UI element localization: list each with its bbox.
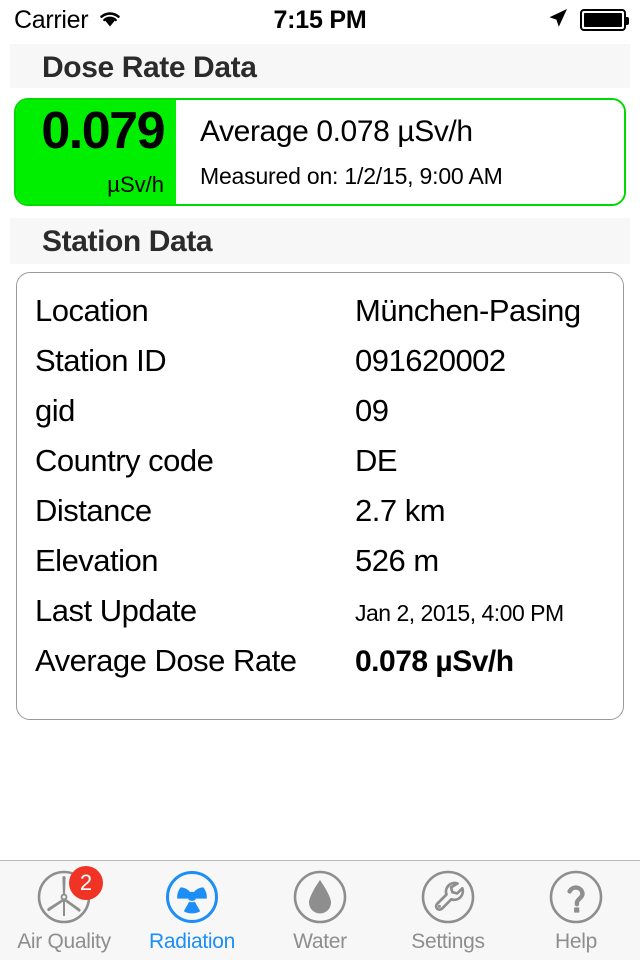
station-data-row: Elevation 526 m <box>17 543 623 593</box>
row-label: gid <box>35 393 75 428</box>
current-dose-unit: µSv/h <box>107 172 164 197</box>
row-label: Last Update <box>35 593 197 628</box>
measured-on-text: Measured on: 1/2/15, 9:00 AM <box>200 162 503 189</box>
tab-label: Air Quality <box>17 929 111 953</box>
row-value: 091620002 <box>355 343 506 378</box>
station-data-row: Distance 2.7 km <box>17 493 623 543</box>
tab-label: Help <box>555 929 597 953</box>
row-value: München-Pasing <box>355 293 581 328</box>
station-data-section-header: Station Data <box>10 218 630 264</box>
row-label: Country code <box>35 443 214 478</box>
wrench-icon <box>419 868 477 926</box>
row-label: Average Dose Rate <box>35 643 297 678</box>
battery-full-icon <box>580 9 629 31</box>
tab-label: Water <box>293 929 347 953</box>
tab-item-water[interactable]: Water <box>256 861 384 960</box>
wind-turbine-icon: 2 <box>35 865 103 926</box>
station-data-row: Station ID 091620002 <box>17 343 623 393</box>
row-value: 2.7 km <box>355 493 446 528</box>
station-data-row: gid 09 <box>17 393 623 443</box>
status-bar: Carrier 7:15 PM <box>0 0 640 40</box>
station-data-row: Country code DE <box>17 443 623 493</box>
radiation-trefoil-icon <box>163 868 221 926</box>
status-bar-left: Carrier <box>14 6 123 35</box>
dose-rate-info: Average 0.078 µSv/h Measured on: 1/2/15,… <box>176 100 624 204</box>
row-label: Location <box>35 293 149 328</box>
station-data-row: Last Update Jan 2, 2015, 4:00 PM <box>17 593 623 643</box>
row-label: Elevation <box>35 543 159 578</box>
tab-item-air-quality[interactable]: 2 Air Quality <box>0 861 128 960</box>
water-drop-icon <box>291 868 349 926</box>
location-arrow-icon <box>546 6 570 35</box>
tab-item-help[interactable]: Help <box>512 861 640 960</box>
row-value: DE <box>355 443 398 478</box>
carrier-label: Carrier <box>14 5 89 34</box>
station-data-row: Location München-Pasing <box>17 293 623 343</box>
tab-bar: 2 Air Quality Radiation Water Settings He… <box>0 860 640 960</box>
row-label: Station ID <box>35 343 167 378</box>
row-value: Jan 2, 2015, 4:00 PM <box>355 600 564 626</box>
dose-rate-card[interactable]: 0.079 µSv/h Average 0.078 µSv/h Measured… <box>14 98 626 206</box>
station-data-card: Location München-Pasing Station ID 09162000… <box>16 272 624 720</box>
current-dose-value: 0.079 <box>41 102 165 160</box>
average-dose-text: Average 0.078 µSv/h <box>200 114 473 148</box>
question-mark-icon <box>547 868 605 926</box>
tab-item-radiation[interactable]: Radiation <box>128 861 256 960</box>
row-value: 0.078 µSv/h <box>355 645 514 678</box>
current-dose-value-block: 0.079 µSv/h <box>16 100 176 204</box>
row-value: 526 m <box>355 543 439 578</box>
tab-label: Settings <box>411 929 485 953</box>
tab-badge: 2 <box>69 865 103 900</box>
station-data-row: Average Dose Rate 0.078 µSv/h <box>17 643 623 693</box>
row-value: 09 <box>355 393 389 428</box>
wifi-icon <box>97 8 123 33</box>
row-label: Distance <box>35 493 152 528</box>
tab-item-settings[interactable]: Settings <box>384 861 512 960</box>
status-bar-right <box>546 6 629 35</box>
dose-rate-section-header: Dose Rate Data <box>10 44 630 88</box>
tab-label: Radiation <box>148 929 236 953</box>
